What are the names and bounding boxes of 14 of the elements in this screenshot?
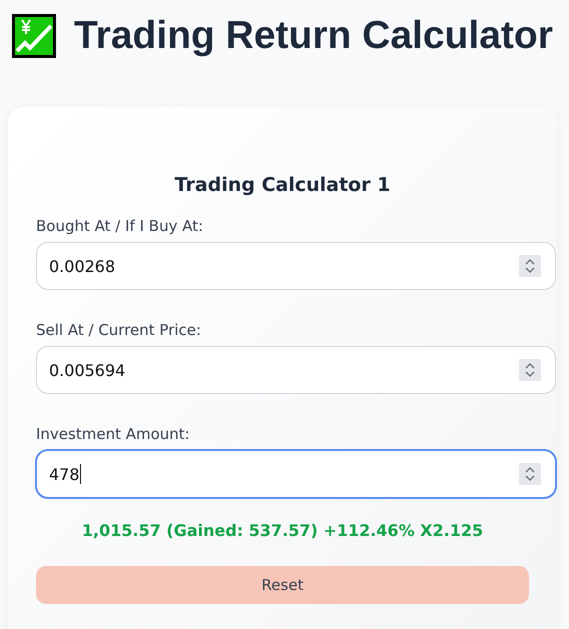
number-field[interactable]: 0.005694 [36,346,556,394]
field-label: Sell At / Current Price: [36,320,202,340]
reset-button[interactable]: Reset [36,566,529,604]
field-label: Investment Amount: [36,424,191,444]
spinner-icon[interactable] [519,463,541,485]
number-field[interactable]: 478 [36,450,556,498]
spinner-icon[interactable] [519,359,541,381]
chart-increasing-icon [12,14,56,58]
spinner-icon[interactable] [519,255,541,277]
calculator-title: Trading Calculator 1 [174,173,392,197]
page-title: Trading Return Calculator [74,14,553,58]
field-label: Bought At / If I Buy At: [36,216,204,236]
result-text: 1,015.57 (Gained: 537.57) +112.46% X2.125 [80,520,484,542]
number-field[interactable]: 0.00268 [36,242,556,290]
